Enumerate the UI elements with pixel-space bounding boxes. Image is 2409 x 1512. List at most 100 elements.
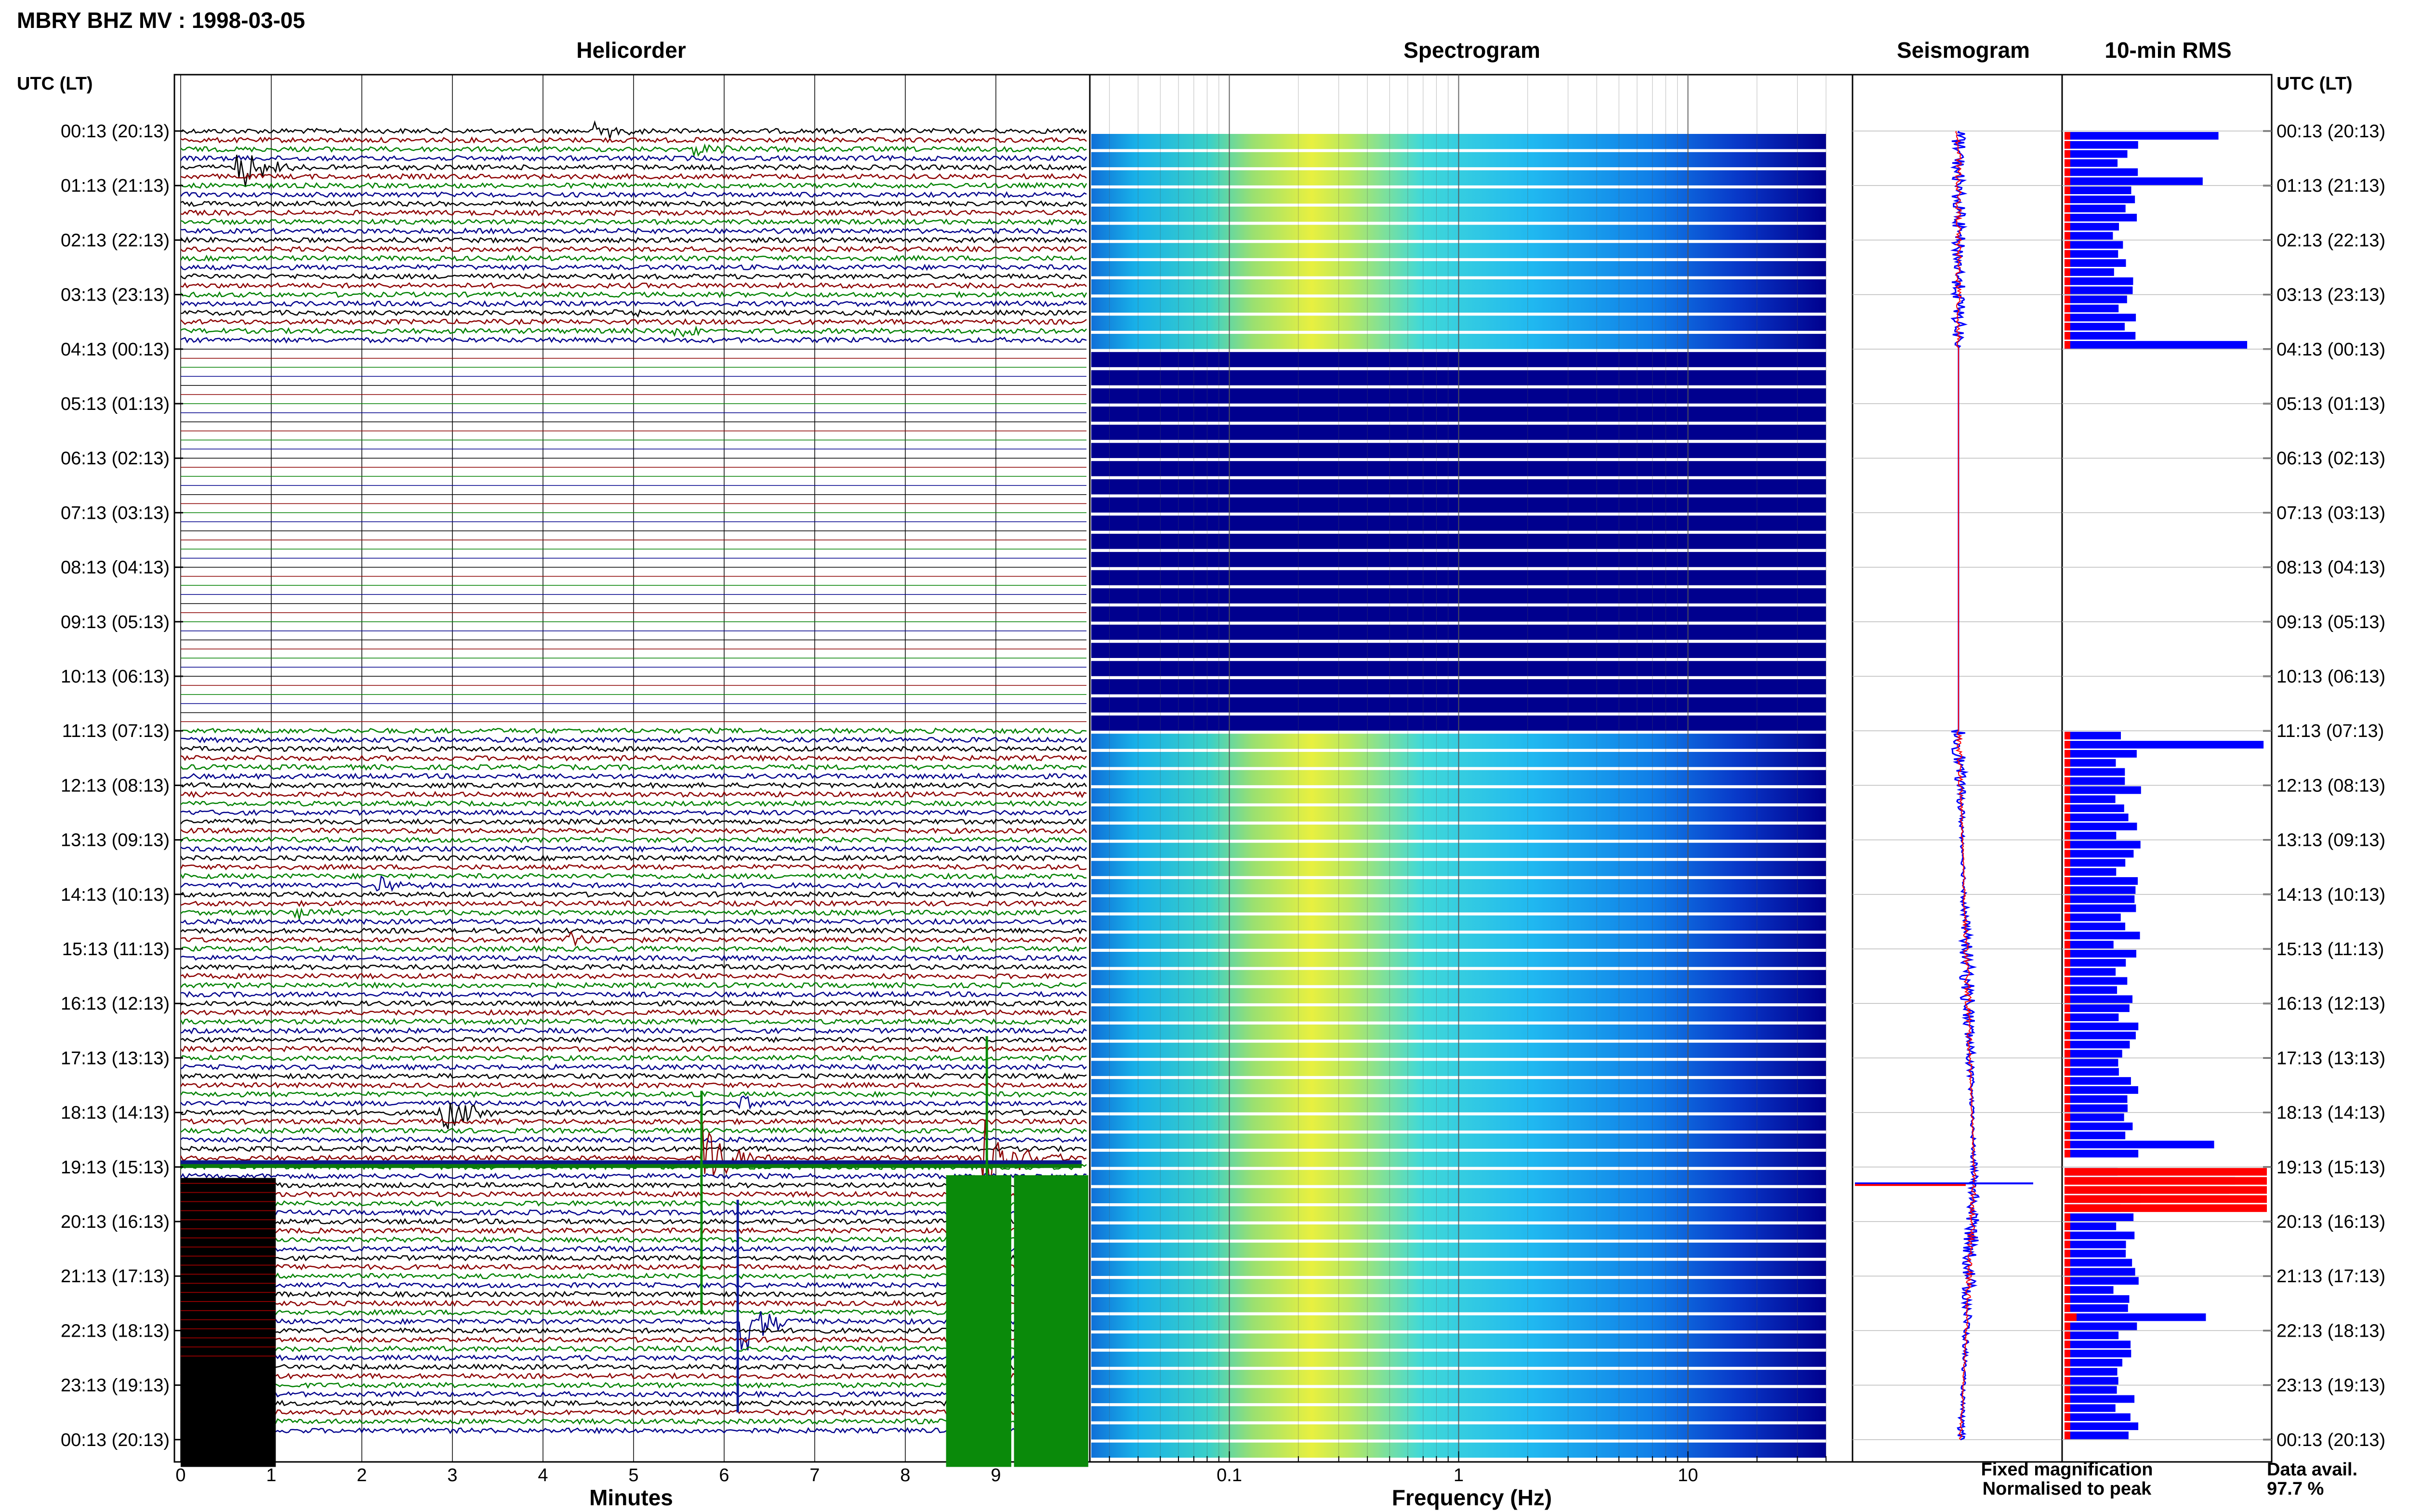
- frequency-tick-label: 10: [1678, 1465, 1698, 1486]
- rms-bar: [2065, 186, 2131, 195]
- rms-bar: [2065, 822, 2137, 830]
- spectrogram-title: Spectrogram: [1403, 38, 1540, 63]
- saturated-block: [1014, 1175, 1088, 1467]
- rms-bar: [2065, 1213, 2134, 1221]
- rms-bar-normalised: [2065, 841, 2070, 849]
- time-tick-label-right: 11:13 (07:13): [2277, 721, 2384, 741]
- rms-bar: [2065, 1331, 2119, 1340]
- rms-bar: [2065, 241, 2123, 249]
- minutes-axis-label: Minutes: [589, 1485, 673, 1510]
- rms-bar-normalised: [2065, 177, 2070, 185]
- time-tick-label-right: 18:13 (14:13): [2277, 1103, 2385, 1123]
- rms-bar: [2065, 959, 2126, 967]
- rms-bar-normalised: [2065, 1095, 2070, 1103]
- rms-bar-normalised: [2065, 1231, 2070, 1239]
- rms-bar-normalised: [2065, 732, 2070, 740]
- rms-bar: [2065, 1341, 2131, 1349]
- rms-bar-normalised: [2065, 904, 2070, 912]
- rms-bar: [2065, 1223, 2117, 1230]
- rms-bar: [2065, 232, 2113, 240]
- left-axis-header: UTC (LT): [17, 74, 93, 94]
- rms-bar-normalised: [2065, 1040, 2070, 1049]
- rms-bar: [2065, 286, 2133, 294]
- time-tick-label-right: 15:13 (11:13): [2277, 939, 2384, 960]
- rms-bar-normalised: [2065, 341, 2070, 349]
- time-tick-label-left: 17:13 (13:13): [61, 1048, 170, 1068]
- rms-bar-normalised: [2065, 749, 2070, 758]
- legend-fixed-magnification: Fixed magnification: [1981, 1459, 2153, 1480]
- rms-bar: [2065, 795, 2116, 803]
- rms-bar-normalised: [2065, 1277, 2070, 1285]
- rms-bar: [2065, 1295, 2130, 1303]
- minutes-tick-label: 2: [357, 1465, 367, 1486]
- time-tick-label-left: 01:13 (21:13): [61, 176, 170, 196]
- minutes-tick-label: 1: [266, 1465, 276, 1486]
- rms-bar: [2065, 1050, 2122, 1058]
- helicorder-figure: MBRY BHZ MV : 1998-03-05 Helicorder Spec…: [17, 8, 2385, 1510]
- rms-bar-normalised: [2065, 196, 2070, 203]
- rms-bar-normalised: [2065, 913, 2070, 921]
- rms-bar: [2065, 741, 2264, 749]
- rms-bar-normalised: [2065, 250, 2070, 258]
- helicorder-panel: 0 1 2 3 4 5 6 7 8 9: [173, 74, 1091, 1486]
- rms-bar: [2065, 1040, 2130, 1049]
- rms-bar: [2065, 932, 2140, 940]
- rms-bar: [2065, 132, 2219, 140]
- rms-bar-normalised: [2065, 1013, 2070, 1021]
- rms-bar: [2065, 1104, 2128, 1112]
- frequency-tick-label: 0.1: [1217, 1465, 1242, 1486]
- rms-bar: [2065, 1013, 2119, 1021]
- minutes-tick-labels: 0 1 2 3 4 5 6 7 8 9: [175, 1465, 1001, 1486]
- rms-bar: [2065, 159, 2118, 167]
- time-tick-label-left: 08:13 (04:13): [61, 558, 170, 578]
- rms-bar: [2065, 1359, 2122, 1367]
- minutes-tick-label: 8: [900, 1465, 910, 1486]
- time-tick-label-left: 10:13 (06:13): [61, 667, 170, 687]
- rms-bar-normalised: [2065, 1295, 2070, 1303]
- rms-bar: [2065, 332, 2136, 340]
- rms-bar: [2065, 1422, 2139, 1430]
- time-tick-label-right: 08:13 (04:13): [2277, 558, 2385, 578]
- time-tick-label-right: 23:13 (19:13): [2277, 1376, 2385, 1396]
- rms-bar-normalised: [2065, 786, 2070, 794]
- rms-bar-normalised: [2065, 304, 2070, 313]
- rms-bar-normalised: [2065, 1131, 2070, 1140]
- minutes-tick-label: 6: [719, 1465, 729, 1486]
- rms-bar-normalised: [2065, 1141, 2070, 1149]
- minutes-tick-label: 5: [628, 1465, 638, 1486]
- rms-bar: [2065, 968, 2116, 976]
- rms-bar: [2065, 1268, 2135, 1276]
- rms-bar-normalised: [2065, 1031, 2070, 1039]
- time-tick-label-right: 17:13 (13:13): [2277, 1048, 2385, 1068]
- rms-bar-normalised: [2065, 859, 2070, 867]
- rms-bar: [2065, 1259, 2132, 1267]
- rms-bar: [2065, 304, 2119, 313]
- rms-bar-normalised: [2065, 768, 2070, 776]
- seismogram-title: Seismogram: [1897, 38, 2030, 63]
- time-tick-label-right: 02:13 (22:13): [2277, 230, 2385, 250]
- rms-bar: [2065, 1095, 2128, 1103]
- time-tick-label-right: 13:13 (09:13): [2277, 830, 2385, 851]
- rms-bar: [2065, 1131, 2126, 1140]
- rms-bar-normalised: [2065, 1050, 2070, 1058]
- rms-bar-normalised: [2065, 1259, 2070, 1267]
- rms-bar-normalised: [2065, 804, 2070, 812]
- rms-bar: [2065, 922, 2126, 931]
- rms-bar-normalised: [2065, 1286, 2070, 1294]
- rms-bar: [2065, 986, 2118, 994]
- rms-bar: [2065, 259, 2126, 267]
- minutes-tick-label: 0: [175, 1465, 185, 1486]
- rms-bar-normalised: [2065, 1068, 2070, 1076]
- time-tick-label-right: 00:13 (20:13): [2277, 1430, 2385, 1450]
- rms-bar: [2065, 1086, 2138, 1094]
- rms-bar-normalised: [2065, 286, 2070, 294]
- rms-bar-normalised: [2065, 332, 2070, 340]
- time-tick-label-left: 14:13 (10:13): [61, 885, 170, 905]
- rms-bar-normalised: [2065, 1350, 2070, 1357]
- rms-bar-normalised: [2065, 950, 2070, 958]
- rms-bar: [2065, 1077, 2131, 1085]
- rms-bar: [2065, 895, 2135, 903]
- time-tick-label-left: 20:13 (16:13): [61, 1212, 170, 1232]
- frequency-axis-label: Frequency (Hz): [1392, 1485, 1552, 1510]
- rms-bar: [2065, 1304, 2128, 1312]
